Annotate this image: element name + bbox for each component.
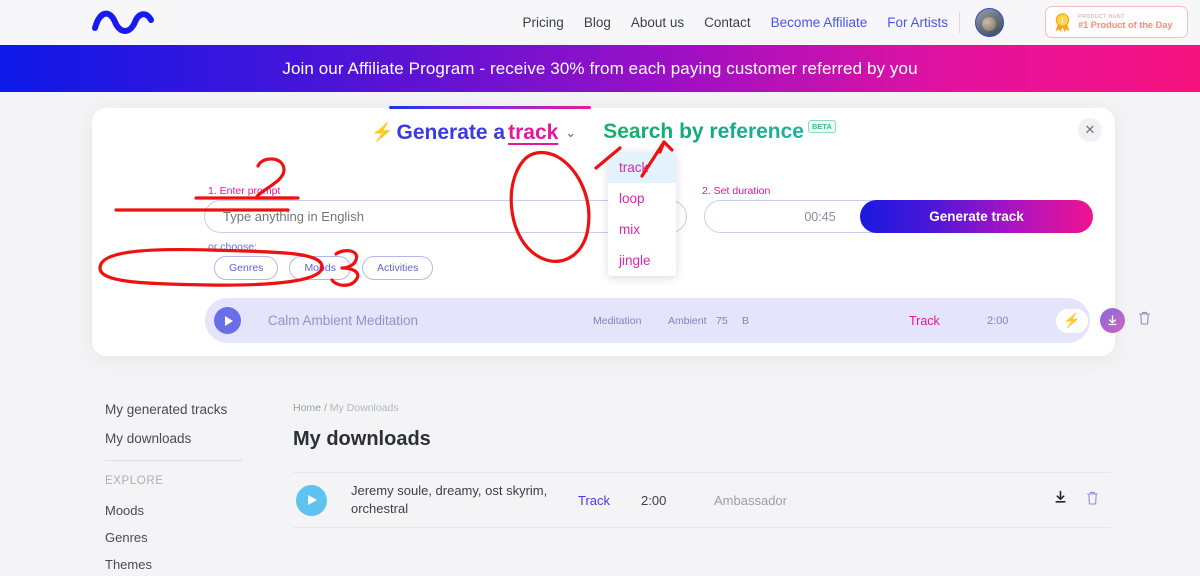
breadcrumb-current: My Downloads: [329, 402, 399, 414]
generate-track-button[interactable]: Generate track: [860, 200, 1093, 233]
track-duration: 2:00: [987, 314, 1009, 327]
track-kind-dropdown[interactable]: track loop mix jingle: [608, 152, 676, 276]
beta-badge: BETA: [808, 120, 836, 133]
tab-search-by-reference[interactable]: Search by reference BETA: [603, 120, 836, 144]
track-kind-label[interactable]: Track: [909, 314, 940, 328]
nav-link-become-affiliate[interactable]: Become Affiliate: [771, 15, 868, 30]
medal-icon: 1: [1055, 12, 1070, 32]
sidebar-divider: [105, 460, 242, 461]
active-tab-indicator: [389, 106, 591, 109]
or-choose-label: or choose:: [208, 241, 258, 253]
dropdown-item-jingle[interactable]: jingle: [608, 245, 676, 276]
generated-track-row: Calm Ambient Meditation Meditation Ambie…: [205, 298, 1150, 343]
step-2-label: 2. Set duration: [702, 185, 771, 197]
download-kind[interactable]: Track: [578, 493, 610, 508]
generator-card: ✕ ⚡ Generate a track ⌄ Search by referen…: [92, 106, 1150, 356]
breadcrumb-home[interactable]: Home: [293, 402, 321, 414]
bolt-icon: ⚡: [371, 122, 394, 142]
sidebar-item-my-downloads[interactable]: My downloads: [105, 431, 245, 446]
sidebar-item-genres[interactable]: Genres: [105, 530, 245, 545]
chip-moods[interactable]: Moods: [289, 256, 351, 280]
track-tag-mood: Meditation: [593, 314, 642, 327]
chip-activities[interactable]: Activities: [361, 256, 434, 280]
nav-link-about-us[interactable]: About us: [631, 15, 684, 30]
affiliate-banner-text: Join our Affiliate Program - receive 30%…: [282, 58, 918, 78]
svg-text:1: 1: [1061, 17, 1065, 24]
tab-generate-a-track[interactable]: ⚡ Generate a track ⌄: [371, 121, 576, 145]
track-tag-genre: Ambient: [668, 314, 707, 327]
nav-link-pricing[interactable]: Pricing: [523, 15, 564, 30]
nav-link-contact[interactable]: Contact: [704, 15, 751, 30]
top-navigation-bar: Pricing Blog About us Contact Become Aff…: [0, 0, 1200, 45]
app-page: Pricing Blog About us Contact Become Aff…: [0, 0, 1200, 576]
left-sidebar: My generated tracks My downloads EXPLORE…: [105, 402, 245, 576]
download-license: Ambassador: [714, 492, 787, 508]
nav-links: Pricing Blog About us Contact Become Aff…: [523, 0, 948, 45]
step-1-label: 1. Enter prompt: [208, 185, 281, 197]
affiliate-banner[interactable]: Join our Affiliate Program - receive 30%…: [0, 45, 1200, 92]
chevron-down-icon[interactable]: ⌄: [565, 125, 576, 141]
dropdown-item-track[interactable]: track: [608, 152, 676, 183]
chip-genres[interactable]: Genres: [214, 256, 279, 280]
download-icon[interactable]: [1100, 308, 1125, 333]
trash-icon[interactable]: [1085, 490, 1100, 511]
nav-link-blog[interactable]: Blog: [584, 15, 611, 30]
page-title: My downloads: [293, 428, 431, 450]
breadcrumb-separator: /: [323, 402, 327, 414]
main-content: Home / My Downloads My downloads Jeremy …: [293, 402, 1110, 528]
track-tag-bpm: 75: [716, 314, 728, 327]
track-title: Calm Ambient Meditation: [268, 313, 419, 328]
play-icon[interactable]: [214, 307, 241, 334]
product-hunt-main-label: #1 Product of the Day: [1078, 19, 1173, 30]
downloads-table: Jeremy soule, dreamy, ost skyrim, orches…: [293, 472, 1110, 528]
wave-logo[interactable]: [92, 8, 154, 36]
tab-generate-kind[interactable]: track: [508, 121, 558, 145]
nav-divider: [959, 12, 960, 33]
sidebar-item-moods[interactable]: Moods: [105, 503, 245, 518]
table-row: Jeremy soule, dreamy, ost skyrim, orches…: [293, 473, 1110, 528]
nav-link-for-artists[interactable]: For Artists: [887, 15, 948, 30]
card-tabs: ⚡ Generate a track ⌄ Search by reference…: [92, 120, 1115, 145]
tab-search-label: Search by reference: [603, 120, 804, 143]
regenerate-bolt-icon[interactable]: ⚡: [1056, 308, 1088, 333]
download-name: Jeremy soule, dreamy, ost skyrim, orches…: [351, 483, 548, 516]
tab-generate-prefix: Generate a: [396, 120, 506, 144]
download-icon[interactable]: [1053, 490, 1068, 510]
play-icon[interactable]: [296, 484, 327, 516]
track-tag-key: B: [742, 314, 750, 327]
product-hunt-badge[interactable]: 1 PRODUCT HUNT #1 Product of the Day: [1045, 6, 1188, 38]
sidebar-item-themes[interactable]: Themes: [105, 557, 245, 572]
avatar[interactable]: [975, 8, 1004, 37]
sidebar-explore-heading: EXPLORE: [105, 475, 164, 487]
dropdown-item-mix[interactable]: mix: [608, 214, 676, 245]
category-chips: Genres Moods Activities: [214, 256, 434, 280]
download-duration: 2:00: [641, 492, 667, 508]
dropdown-item-loop[interactable]: loop: [608, 183, 676, 214]
sidebar-item-my-generated-tracks[interactable]: My generated tracks: [105, 402, 245, 417]
trash-icon[interactable]: [1137, 310, 1152, 331]
breadcrumb: Home / My Downloads: [293, 402, 1110, 414]
